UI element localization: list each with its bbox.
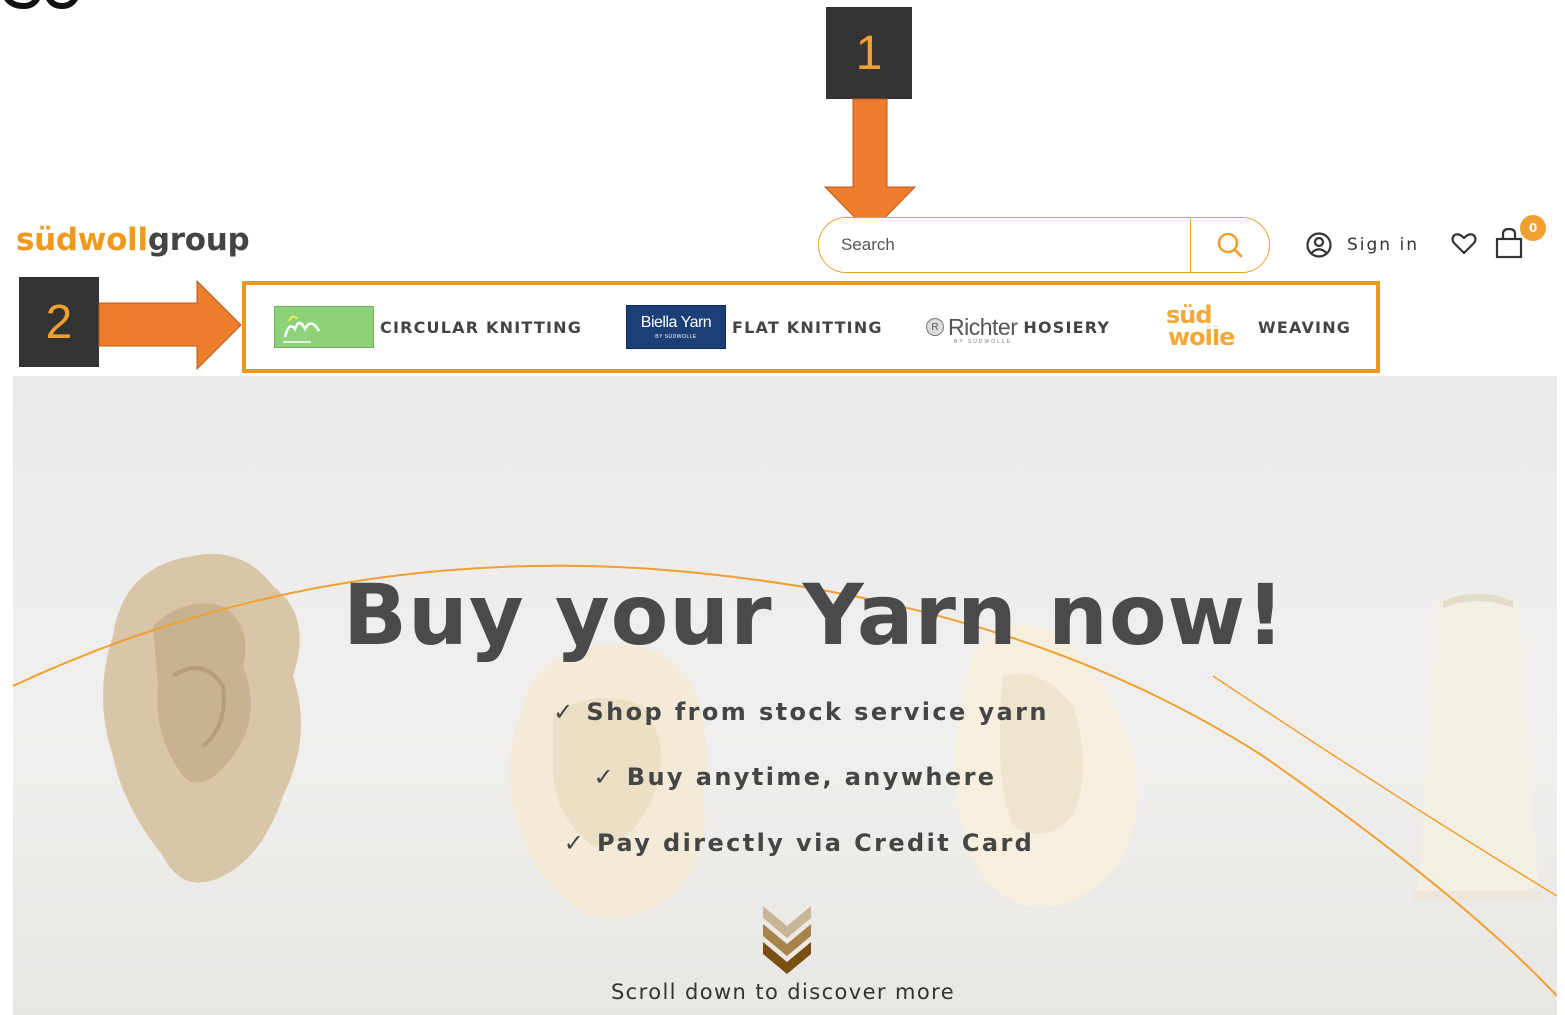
wishlist-button[interactable] [1450,229,1478,261]
hero-bullet: ✓ Buy anytime, anywhere [593,763,997,791]
svg-text:wolle: wolle [1168,323,1235,349]
search-input[interactable] [819,218,1179,272]
ym-yarn-logo [274,306,374,348]
annotation-arrow-right [98,279,242,371]
logo-text-group: group [147,222,250,258]
hero-bullet: ✓ Shop from stock service yarn [553,698,1049,726]
cart-button[interactable] [1494,226,1524,264]
site-logo[interactable]: südwollgroup [16,222,250,258]
hero-title: Buy your Yarn now! [343,566,1286,664]
double-chevron-down-icon [763,906,811,974]
annotation-label-1: 1 [826,7,912,99]
search-icon [1217,232,1243,258]
sign-in-label: Sign in [1347,235,1419,255]
yarn-cone [1413,593,1543,901]
nav-item-flat-knitting[interactable]: Biella Yarn BY SÜDWOLLE FLAT KNITTING [626,285,883,369]
nav-item-hosiery[interactable]: R Richter BY SÜDWOLLE HOSIERY [926,285,1110,369]
cart-count-badge: 0 [1520,215,1546,241]
scroll-down-text[interactable]: Scroll down to discover more [543,980,1023,1004]
richter-logo: R Richter BY SÜDWOLLE [926,315,1018,344]
user-account-icon [1306,232,1332,258]
biella-yarn-logo: Biella Yarn BY SÜDWOLLE [626,305,726,349]
raw-wool-tuft-1 [103,554,301,883]
cropped-heading-fragment [0,0,80,16]
nav-item-label: CIRCULAR KNITTING [380,317,583,337]
hero-banner: Buy your Yarn now! ✓ Shop from stock ser… [13,376,1557,1015]
nav-item-circular-knitting[interactable]: CIRCULAR KNITTING [274,285,582,369]
sign-in-link[interactable]: Sign in [1305,228,1419,262]
nav-item-label: WEAVING [1258,317,1352,337]
nav-item-weaving[interactable]: süd wolle WEAVING [1156,285,1351,369]
search-button[interactable] [1191,218,1269,272]
heart-icon [1451,233,1477,255]
nav-item-label: HOSIERY [1023,317,1111,337]
annotation-label-2: 2 [19,277,99,367]
search-bar [818,217,1270,273]
nav-item-label: FLAT KNITTING [732,317,883,337]
scroll-down-button[interactable] [759,904,815,980]
hero-bullet: ✓ Pay directly via Credit Card [563,829,1035,857]
category-nav: CIRCULAR KNITTING Biella Yarn BY SÜDWOLL… [242,281,1380,373]
sudwolle-logo: süd wolle [1156,301,1252,353]
annotation-arrow-down [823,98,917,234]
logo-text-brand: südwoll [16,222,148,258]
